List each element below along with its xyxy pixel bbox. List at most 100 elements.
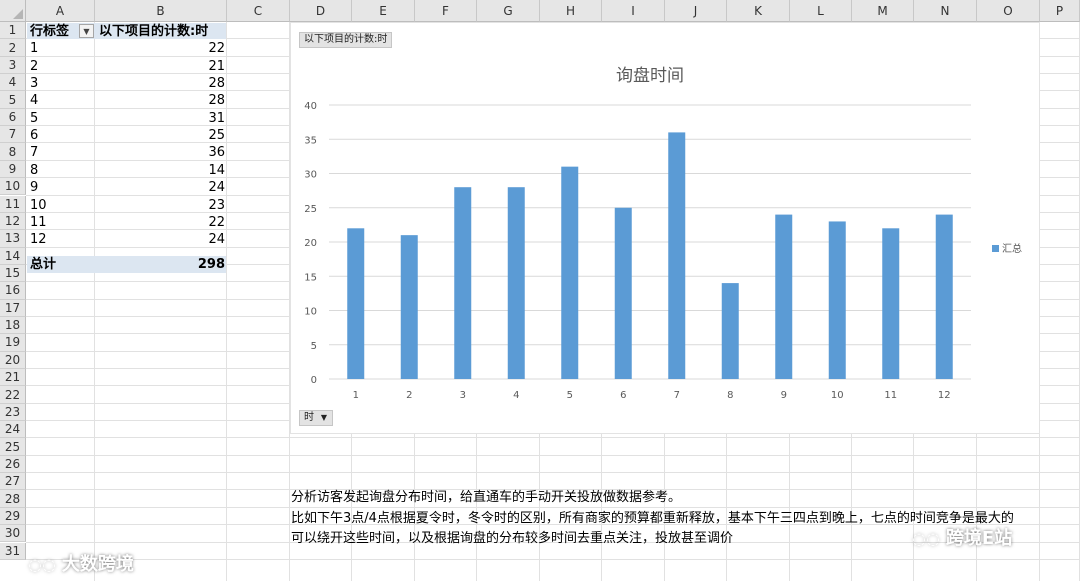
pivot-value-header[interactable]: 以下项目的计数:时 [99, 23, 227, 40]
row-header-13[interactable]: 13 [0, 230, 26, 248]
pivot-row-value[interactable]: 14 [99, 162, 225, 179]
y-tick-label: 25 [304, 204, 317, 215]
row-header-23[interactable]: 23 [0, 403, 26, 422]
row-header-9[interactable]: 9 [0, 160, 26, 179]
row-header-4[interactable]: 4 [0, 74, 26, 92]
pivot-row-label[interactable]: 3 [30, 75, 90, 92]
column-gridline [94, 22, 95, 581]
row-header-22[interactable]: 22 [0, 386, 26, 404]
row-header-28[interactable]: 28 [0, 490, 26, 508]
row-header-12[interactable]: 12 [0, 212, 26, 231]
select-all-corner[interactable] [0, 0, 26, 22]
y-tick-label: 10 [304, 307, 317, 318]
column-header-d[interactable]: D [290, 0, 352, 22]
column-header-f[interactable]: F [415, 0, 477, 22]
row-header-18[interactable]: 18 [0, 316, 26, 335]
column-header-k[interactable]: K [727, 0, 790, 22]
bar [882, 228, 900, 379]
pivot-row-value[interactable]: 24 [99, 231, 225, 248]
row-header-14[interactable]: 14 [0, 247, 26, 265]
row-header-31[interactable]: 31 [0, 542, 26, 560]
row-header-27[interactable]: 27 [0, 473, 26, 491]
row-filter-dropdown-icon[interactable]: ▼ [79, 24, 94, 38]
row-header-26[interactable]: 26 [0, 455, 26, 474]
row-gridline [26, 454, 1080, 456]
x-tick-label: 4 [513, 390, 519, 401]
row-header-29[interactable]: 29 [0, 507, 26, 526]
row-header-11[interactable]: 11 [0, 195, 26, 213]
pivot-row-value[interactable]: 24 [99, 179, 225, 196]
column-header-g[interactable]: G [477, 0, 540, 22]
pivot-row-value[interactable]: 23 [99, 197, 225, 214]
column-header-c[interactable]: C [227, 0, 290, 22]
row-header-8[interactable]: 8 [0, 143, 26, 161]
wechat-icon: ◌◌ [912, 529, 940, 548]
note-line-3[interactable]: 可以绕开这些时间，以及根据询盘的分布较多时间去重点关注，投放甚至调价 [291, 530, 733, 547]
pivot-row-label[interactable]: 11 [30, 214, 90, 231]
pivot-row-label[interactable]: 8 [30, 162, 90, 179]
pivot-row-value[interactable]: 25 [99, 127, 225, 144]
row-header-2[interactable]: 2 [0, 39, 26, 57]
column-header-e[interactable]: E [352, 0, 415, 22]
pivot-row-value[interactable]: 22 [99, 214, 225, 231]
column-gridline [226, 22, 227, 581]
pivot-row-label[interactable]: 7 [30, 144, 90, 161]
row-header-25[interactable]: 25 [0, 438, 26, 456]
note-line-1[interactable]: 分析访客发起询盘分布时间，给直通车的手动开关投放做数据参考。 [291, 489, 681, 506]
pivot-row-label[interactable]: 6 [30, 127, 90, 144]
watermark-right: ◌◌ 跨境E站 [912, 528, 1013, 549]
pivot-row-label[interactable]: 9 [30, 179, 90, 196]
column-header-b[interactable]: B [95, 0, 227, 22]
column-header-m[interactable]: M [852, 0, 914, 22]
row-header-3[interactable]: 3 [0, 56, 26, 75]
pivot-row-label[interactable]: 1 [30, 40, 90, 57]
column-header-a[interactable]: A [26, 0, 95, 22]
column-header-j[interactable]: J [665, 0, 727, 22]
pivot-row-value[interactable]: 28 [99, 92, 225, 109]
row-header-7[interactable]: 7 [0, 126, 26, 144]
pivot-row-value[interactable]: 28 [99, 75, 225, 92]
column-header-l[interactable]: L [790, 0, 852, 22]
row-header-21[interactable]: 21 [0, 369, 26, 387]
note-line-2[interactable]: 比如下午3点/4点根据夏令时，冬令时的区别，所有商家的预算都重新释放，基本下午三… [291, 510, 1014, 527]
row-header-10[interactable]: 10 [0, 178, 26, 196]
row-header-1[interactable]: 1 [0, 22, 26, 40]
pivot-row-label[interactable]: 4 [30, 92, 90, 109]
pivot-row-label[interactable]: 12 [30, 231, 90, 248]
row-header-17[interactable]: 17 [0, 299, 26, 317]
bar [935, 214, 953, 379]
pivot-row-label-header[interactable]: 行标签 [30, 23, 82, 40]
pivot-row-label[interactable]: 10 [30, 197, 90, 214]
row-header-6[interactable]: 6 [0, 108, 26, 127]
pivot-total-value[interactable]: 298 [99, 256, 225, 273]
pivot-row-value[interactable]: 31 [99, 110, 225, 127]
pivot-row-value[interactable]: 21 [99, 58, 225, 75]
pivot-row-value[interactable]: 36 [99, 144, 225, 161]
column-header-i[interactable]: I [602, 0, 665, 22]
pivot-row-label[interactable]: 5 [30, 110, 90, 127]
row-header-5[interactable]: 5 [0, 91, 26, 109]
pivot-total-label[interactable]: 总计 [30, 256, 90, 273]
x-tick-label: 9 [781, 390, 787, 401]
x-tick-label: 10 [831, 390, 844, 401]
axis-field-button[interactable]: 时 ▼ [299, 410, 333, 426]
column-header-n[interactable]: N [914, 0, 977, 22]
row-header-19[interactable]: 19 [0, 334, 26, 352]
row-header-20[interactable]: 20 [0, 351, 26, 369]
pivot-row-label[interactable]: 2 [30, 58, 90, 75]
bar [668, 132, 686, 379]
row-header-16[interactable]: 16 [0, 282, 26, 300]
y-tick-label: 15 [304, 272, 317, 283]
column-header-p[interactable]: P [1040, 0, 1080, 22]
row-header-30[interactable]: 30 [0, 525, 26, 543]
row-header-24[interactable]: 24 [0, 421, 26, 439]
pivot-row-value[interactable]: 22 [99, 40, 225, 57]
row-gridline [26, 472, 1080, 474]
column-header-h[interactable]: H [540, 0, 602, 22]
row-header-15[interactable]: 15 [0, 264, 26, 283]
pivot-chart[interactable]: 以下项目的计数:时 询盘时间 0 5 10 15 20 25 30 35 40 1 2 3 4 5 6 7 8 9 1… [290, 22, 1040, 434]
column-header-o[interactable]: O [977, 0, 1040, 22]
x-tick-label: 2 [406, 390, 412, 401]
bar [721, 283, 739, 379]
chart-title: 询盘时间 [616, 66, 684, 86]
